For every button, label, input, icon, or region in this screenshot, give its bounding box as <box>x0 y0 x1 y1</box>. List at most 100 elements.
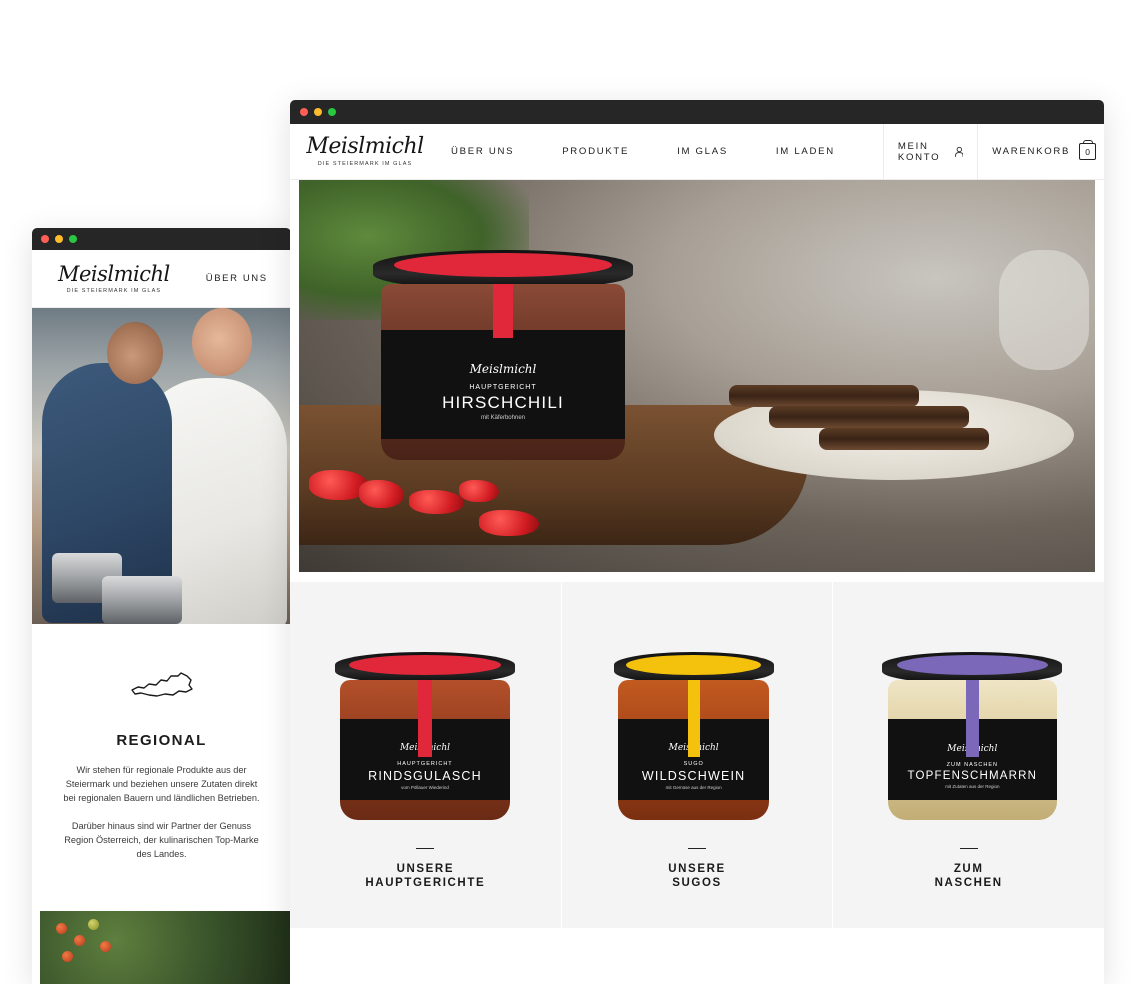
tomato <box>74 935 85 946</box>
browser-titlebar <box>32 228 291 250</box>
tomato <box>100 941 111 952</box>
jar-lid-top <box>896 655 1048 675</box>
jar-name: WILDSCHWEIN <box>641 769 746 784</box>
brand-tagline: DIE STEIERMARK IM GLAS <box>317 161 413 167</box>
category-title-line: HAUPTGERICHTE <box>365 877 486 889</box>
close-window-icon[interactable] <box>300 108 308 116</box>
brand-logo[interactable]: Meislmichl DIE STEIERMARK IM GLAS <box>58 261 170 294</box>
jar-lid-top <box>393 253 613 277</box>
chili-piece <box>479 510 539 536</box>
jar-label: Meislmichl HAUPTGERICHT HIRSCHCHILI mit … <box>380 329 626 439</box>
chili-piece <box>459 480 499 502</box>
jar-category: HAUPTGERICHT <box>397 761 453 768</box>
hero-product-jar: Meislmichl HAUPTGERICHT HIRSCHCHILI mit … <box>373 250 633 460</box>
jar-lid-top <box>626 655 761 675</box>
menu-item-im-glas[interactable]: IM GLAS <box>677 146 728 157</box>
tomato-plant-photo <box>40 911 291 984</box>
brand-logo[interactable]: Meislmichl DIE STEIERMARK IM GLAS <box>306 136 424 168</box>
category-title[interactable]: UNSERE SUGOS <box>562 862 833 890</box>
chili-piece <box>409 490 464 514</box>
menu-item-produkte[interactable]: PRODUKTE <box>562 146 629 157</box>
jar-band <box>418 680 432 758</box>
bread-slice <box>819 428 989 450</box>
account-area: MEIN KONTO WARENKORB 0 <box>882 123 1104 180</box>
category-title[interactable]: UNSERE HAUPTGERICHTE <box>290 862 561 890</box>
category-title-line: UNSERE <box>668 863 726 875</box>
main-menu: ÜBER UNS PRODUKTE IM GLAS IM LADEN <box>451 146 883 157</box>
bread-slice <box>769 406 969 428</box>
section-paragraph: Darüber hinaus sind wir Partner der Genu… <box>64 821 259 859</box>
category-title[interactable]: ZUM NASCHEN <box>833 862 1104 890</box>
my-account-label: MEIN KONTO <box>897 140 941 163</box>
brand-logo-text: Meislmichl <box>58 261 170 286</box>
chef-head <box>107 322 163 384</box>
jar-body: Meislmichl ZUM NASCHEN TOPFENSCHMARRN mi… <box>887 680 1057 820</box>
austria-map-icon <box>130 672 193 697</box>
jar-name: RINDSGULASCH <box>368 769 482 784</box>
jar-category: ZUM NASCHEN <box>946 762 998 769</box>
title-dash <box>688 848 706 849</box>
user-icon <box>954 146 964 157</box>
jar-sub: mit Zutaten aus der Region <box>945 784 1000 790</box>
spice-jar-blur <box>999 250 1089 370</box>
category-card-hauptgerichte[interactable]: Meislmichl HAUPTGERICHT RINDSGULASCH vom… <box>290 582 561 928</box>
basket-icon: 0 <box>1079 140 1097 160</box>
tomato <box>88 919 99 930</box>
close-window-icon[interactable] <box>41 235 49 243</box>
product-jar: Meislmichl ZUM NASCHEN TOPFENSCHMARRN mi… <box>882 652 1063 820</box>
section-paragraph: Wir stehen für regionale Produkte aus de… <box>63 765 260 803</box>
jar-body: Meislmichl SUGO WILDSCHWEIN mit Gemüse a… <box>618 680 769 820</box>
section-title: REGIONAL <box>116 732 207 749</box>
nav-link-ueber-uns[interactable]: ÜBER UNS <box>206 273 268 284</box>
maximize-window-icon[interactable] <box>69 235 77 243</box>
menu-item-im-laden[interactable]: IM LADEN <box>776 146 835 157</box>
jar-brand: Meislmichl <box>469 361 537 376</box>
cart-label: WARENKORB <box>992 146 1071 157</box>
chefs-cooking-photo <box>32 308 291 624</box>
category-title-line: ZUM <box>953 863 984 875</box>
bread-slice <box>729 385 919 407</box>
category-title-line: UNSERE <box>396 863 455 875</box>
category-title-line: SUGOS <box>672 877 722 889</box>
tomato <box>62 951 73 962</box>
product-categories: Meislmichl HAUPTGERICHT RINDSGULASCH vom… <box>290 582 1104 928</box>
brand-tagline: DIE STEIERMARK IM GLAS <box>66 287 162 294</box>
jar-name: HIRSCHCHILI <box>442 392 564 412</box>
jar-sub: mit Gemüse aus der Region <box>665 785 722 791</box>
title-dash <box>959 848 978 849</box>
cooking-pot <box>102 576 182 624</box>
minimize-window-icon[interactable] <box>314 108 322 116</box>
chili-piece <box>359 480 404 508</box>
browser-titlebar <box>290 100 1104 124</box>
mobile-browser-window: Meislmichl DIE STEIERMARK IM GLAS ÜBER U… <box>32 228 291 984</box>
jar-body: Meislmichl HAUPTGERICHT RINDSGULASCH vom… <box>340 680 510 820</box>
brand-logo-text: Meislmichl <box>306 134 424 159</box>
mobile-header: Meislmichl DIE STEIERMARK IM GLAS ÜBER U… <box>32 250 291 308</box>
jar-sub: mit Käferbohnen <box>480 414 525 421</box>
site-header: Meislmichl DIE STEIERMARK IM GLAS ÜBER U… <box>290 123 1104 180</box>
chef-head <box>192 308 252 376</box>
minimize-window-icon[interactable] <box>55 235 63 243</box>
jar-lid-top <box>349 655 501 675</box>
menu-item-ueber-uns[interactable]: ÜBER UNS <box>451 146 514 157</box>
my-account-button[interactable]: MEIN KONTO <box>882 123 977 180</box>
product-jar: Meislmichl HAUPTGERICHT RINDSGULASCH vom… <box>335 652 515 820</box>
jar-category: HAUPTGERICHT <box>469 383 537 391</box>
tomato <box>56 923 67 934</box>
hero-image: Meislmichl HAUPTGERICHT HIRSCHCHILI mit … <box>299 180 1095 572</box>
category-card-sugos[interactable]: Meislmichl SUGO WILDSCHWEIN mit Gemüse a… <box>561 582 833 928</box>
product-jar: Meislmichl SUGO WILDSCHWEIN mit Gemüse a… <box>613 652 774 820</box>
jar-band <box>965 680 980 758</box>
jar-body: Meislmichl HAUPTGERICHT HIRSCHCHILI mit … <box>380 284 626 460</box>
title-dash <box>416 848 435 849</box>
jar-band <box>493 284 513 338</box>
jar-band <box>687 680 700 758</box>
jar-sub: vom Pöllauer Wiederind <box>401 785 449 791</box>
jar-category: SUGO <box>683 761 704 768</box>
jar-name: TOPFENSCHMARRN <box>907 770 1038 783</box>
desktop-browser-window: Meislmichl DIE STEIERMARK IM GLAS ÜBER U… <box>290 100 1104 984</box>
cart-button[interactable]: WARENKORB 0 <box>977 123 1104 180</box>
category-card-naschen[interactable]: Meislmichl ZUM NASCHEN TOPFENSCHMARRN mi… <box>833 582 1104 928</box>
category-title-line: NASCHEN <box>934 877 1003 889</box>
maximize-window-icon[interactable] <box>328 108 336 116</box>
